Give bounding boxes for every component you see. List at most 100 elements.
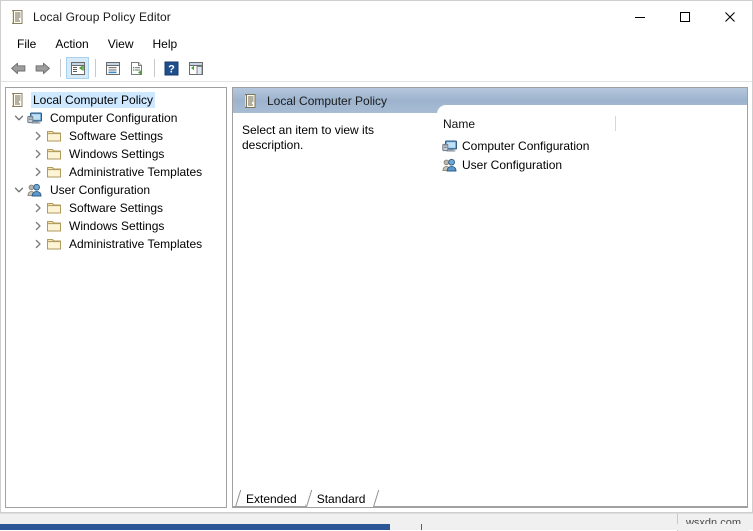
chevron-right-icon[interactable] — [30, 236, 46, 252]
folder-icon — [46, 218, 62, 234]
show-hide-tree-icon — [70, 61, 86, 76]
results-pane-header: Local Computer Policy — [233, 88, 747, 113]
console-tree-pane[interactable]: Local Computer Policy Computer Configura… — [5, 87, 227, 508]
tab-extended[interactable]: Extended — [235, 490, 306, 507]
forward-arrow-icon — [34, 61, 51, 76]
folder-icon — [46, 200, 62, 216]
chevron-right-icon[interactable] — [30, 128, 46, 144]
main-content: Local Computer Policy Computer Configura… — [1, 82, 752, 512]
maximize-button[interactable] — [662, 1, 707, 32]
description-text: Select an item to view its description. — [242, 123, 375, 152]
list-item-label: Computer Configuration — [462, 138, 590, 153]
window-controls — [617, 1, 752, 32]
tree-item-user-windows-settings[interactable]: Windows Settings — [6, 217, 226, 235]
list-rows: Computer Configuration User Configuratio… — [435, 134, 747, 174]
items-list: Name Computer Configuration User Configu… — [435, 113, 747, 485]
tree-item-user-configuration[interactable]: User Configuration — [6, 181, 226, 199]
tree-item-label: Local Computer Policy — [31, 92, 156, 108]
computer-icon — [27, 110, 43, 126]
toolbar-separator-3 — [154, 59, 155, 77]
menu-item-file[interactable]: File — [8, 35, 45, 53]
maximize-icon — [679, 11, 691, 23]
properties-icon — [105, 61, 121, 76]
folder-icon — [46, 164, 62, 180]
chevron-down-icon[interactable] — [11, 110, 27, 126]
tree-item-user-administrative-templates[interactable]: Administrative Templates — [6, 235, 226, 253]
help-button[interactable]: ? — [160, 57, 183, 79]
close-icon — [724, 11, 736, 23]
minimize-icon — [634, 11, 646, 23]
chevron-down-icon[interactable] — [11, 182, 27, 198]
tab-label: Standard — [316, 491, 366, 506]
tree-item-label: Software Settings — [69, 201, 164, 215]
tree-item-computer-software-settings[interactable]: Software Settings — [6, 127, 226, 145]
tree-item-label: Windows Settings — [69, 219, 165, 233]
tree-item-local-computer-policy[interactable]: Local Computer Policy — [6, 91, 226, 109]
list-item[interactable]: User Configuration — [435, 155, 747, 174]
pane-header-tab-shape — [437, 105, 747, 113]
tree-item-computer-windows-settings[interactable]: Windows Settings — [6, 145, 226, 163]
export-list-icon — [129, 61, 145, 76]
chevron-right-icon[interactable] — [30, 164, 46, 180]
export-list-button[interactable] — [125, 57, 148, 79]
folder-icon — [46, 128, 62, 144]
menu-bar: File Action View Help — [1, 32, 752, 55]
folder-icon — [46, 236, 62, 252]
menu-item-view[interactable]: View — [99, 35, 143, 53]
help-icon: ? — [164, 61, 179, 76]
toolbar-separator-2 — [95, 59, 96, 77]
computer-icon — [442, 138, 458, 154]
title-bar: Local Group Policy Editor — [1, 1, 752, 32]
tree-item-label: Windows Settings — [69, 147, 165, 161]
local-group-policy-editor-window: Local Group Policy Editor File Action Vi… — [0, 0, 753, 513]
tree-item-label: Administrative Templates — [69, 165, 203, 179]
user-icon — [442, 157, 458, 173]
back-button[interactable] — [7, 57, 30, 79]
chevron-right-icon[interactable] — [30, 200, 46, 216]
policy-scroll-icon — [243, 93, 259, 109]
list-item[interactable]: Computer Configuration — [435, 136, 747, 155]
svg-text:?: ? — [168, 63, 175, 75]
tree-item-label: Software Settings — [69, 129, 164, 143]
taskbar-active-region — [0, 524, 390, 530]
column-header-name[interactable]: Name — [435, 117, 475, 131]
show-hide-action-pane-button[interactable] — [184, 57, 207, 79]
list-item-label: User Configuration — [462, 157, 563, 172]
menu-item-action[interactable]: Action — [46, 35, 97, 53]
column-divider[interactable] — [615, 116, 616, 131]
toolbar-separator — [60, 59, 61, 77]
taskbar-strip — [0, 524, 753, 530]
policy-scroll-icon — [10, 92, 26, 108]
tree-item-label: Computer Configuration — [50, 111, 178, 125]
tree-item-computer-configuration[interactable]: Computer Configuration — [6, 109, 226, 127]
forward-button[interactable] — [31, 57, 54, 79]
window-title: Local Group Policy Editor — [33, 9, 171, 24]
tree-item-label: Administrative Templates — [69, 237, 203, 251]
properties-button[interactable] — [101, 57, 124, 79]
description-panel: Select an item to view its description. — [233, 113, 435, 485]
view-tabs: Extended Standard — [233, 485, 747, 507]
folder-icon — [46, 146, 62, 162]
back-arrow-icon — [10, 61, 27, 76]
user-icon — [27, 182, 43, 198]
taskbar-divider — [421, 524, 422, 530]
chevron-right-icon[interactable] — [30, 146, 46, 162]
toolbar: ? — [1, 55, 752, 82]
show-hide-tree-button[interactable] — [66, 57, 89, 79]
results-pane-title: Local Computer Policy — [267, 93, 388, 108]
chevron-right-icon[interactable] — [30, 218, 46, 234]
tab-label: Extended — [246, 491, 297, 506]
tree-item-user-software-settings[interactable]: Software Settings — [6, 199, 226, 217]
results-pane-body: Select an item to view its description. … — [233, 113, 747, 485]
minimize-button[interactable] — [617, 1, 662, 32]
close-button[interactable] — [707, 1, 752, 32]
results-pane: Local Computer Policy Select an item to … — [232, 87, 748, 508]
tree-item-computer-administrative-templates[interactable]: Administrative Templates — [6, 163, 226, 181]
console-tree: Local Computer Policy Computer Configura… — [6, 88, 226, 253]
tree-item-label: User Configuration — [50, 183, 151, 197]
list-column-header[interactable]: Name — [435, 113, 747, 134]
policy-scroll-icon — [10, 9, 26, 25]
menu-item-help[interactable]: Help — [144, 35, 187, 53]
show-hide-action-pane-icon — [188, 61, 204, 76]
tab-standard[interactable]: Standard — [305, 490, 375, 507]
